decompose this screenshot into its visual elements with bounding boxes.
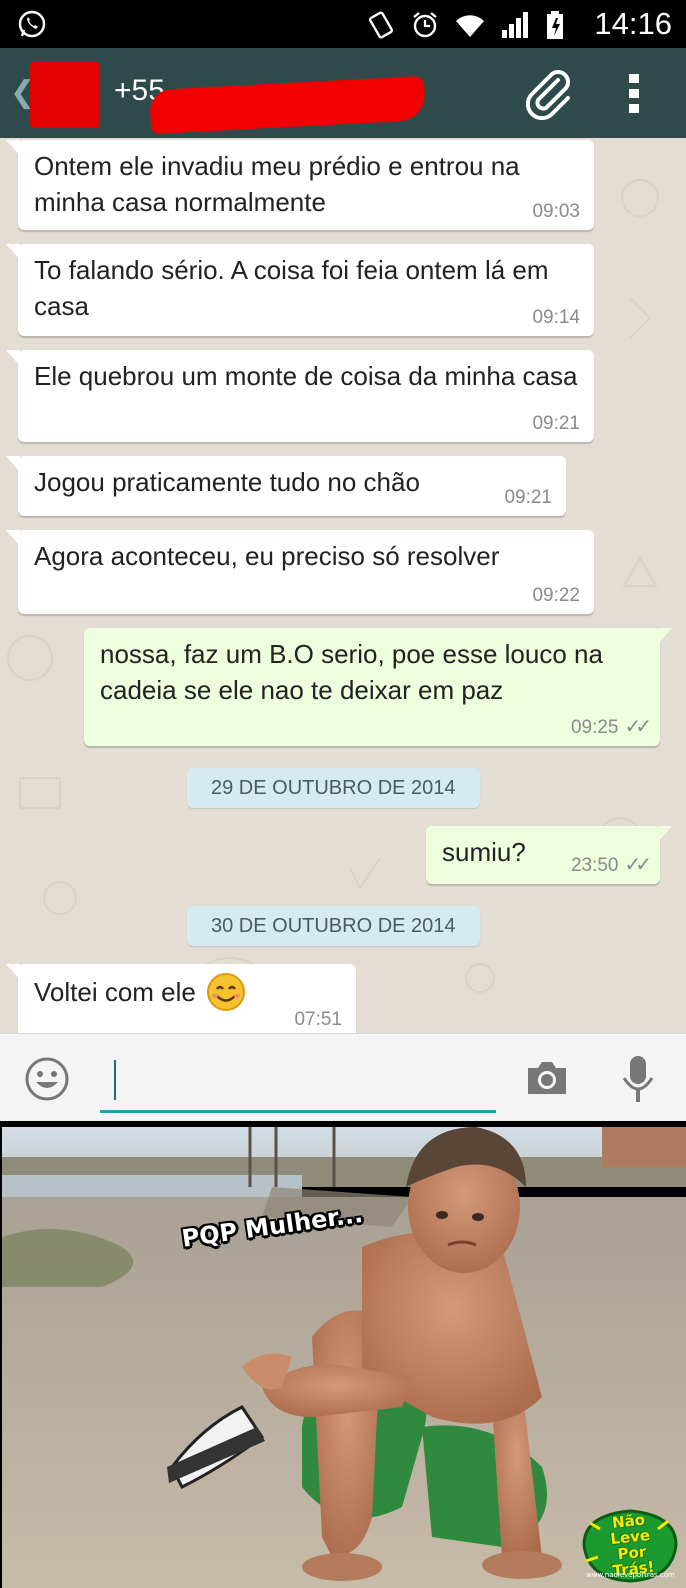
status-clock: 14:16 bbox=[594, 6, 672, 41]
message-time: 07:51 bbox=[294, 1009, 342, 1030]
conversation-app-bar: ❮ +55 bbox=[0, 48, 686, 138]
whatsapp-icon bbox=[18, 10, 46, 38]
status-bar: 14:16 bbox=[0, 0, 686, 48]
date-separator: 30 DE OUTUBRO DE 2014 bbox=[187, 906, 480, 946]
attach-icon[interactable] bbox=[520, 66, 580, 126]
message-time: 23:50 ✓✓ bbox=[570, 854, 652, 876]
message-bubble-incoming[interactable]: To falando sério. A coisa foi feia ontem… bbox=[6, 244, 594, 336]
message-text: nossa, faz um B.O serio, poe esse louco … bbox=[100, 639, 603, 705]
message-content: Voltei com ele bbox=[34, 972, 340, 1012]
text-cursor bbox=[114, 1060, 116, 1100]
watermark-text: Não Leve Por Trás! bbox=[609, 1510, 656, 1581]
message-text: To falando sério. A coisa foi feia ontem… bbox=[34, 255, 549, 321]
message-bubble-incoming[interactable]: Voltei com ele 07:51 bbox=[6, 964, 356, 1033]
message-bubble-outgoing[interactable]: sumiu? 23:50 ✓✓ bbox=[426, 826, 672, 884]
message-text: Jogou praticamente tudo no chão bbox=[34, 467, 420, 497]
message-bubble-incoming[interactable]: Ele quebrou um monte de coisa da minha c… bbox=[6, 350, 594, 442]
message-bubble-incoming[interactable]: Agora aconteceu, eu preciso só resolver … bbox=[6, 530, 594, 614]
smiling-face-emoji-icon bbox=[206, 973, 245, 1011]
message-bubble-incoming[interactable]: Jogou praticamente tudo no chão 09:21 bbox=[6, 456, 566, 516]
message-time: 09:21 bbox=[532, 413, 580, 434]
message-text: Voltei com ele bbox=[34, 977, 196, 1007]
emoji-icon[interactable] bbox=[24, 1056, 70, 1102]
message-time-value: 23:50 bbox=[570, 855, 619, 876]
redaction-mark bbox=[149, 75, 426, 135]
message-time: 09:03 bbox=[532, 201, 580, 222]
mic-icon[interactable] bbox=[620, 1054, 656, 1106]
message-bubble-incoming[interactable]: Ontem ele invadiu meu prédio e entrou na… bbox=[6, 140, 594, 230]
message-time: 09:22 bbox=[532, 585, 580, 606]
message-bubble-outgoing[interactable]: nossa, faz um B.O serio, poe esse louco … bbox=[84, 628, 672, 746]
vibrate-icon bbox=[368, 11, 394, 39]
image-divider bbox=[0, 1121, 686, 1125]
watermark-url: www.naoleveportras.com bbox=[586, 1571, 675, 1579]
date-separator: 29 DE OUTUBRO DE 2014 bbox=[187, 768, 480, 808]
message-text: Ele quebrou um monte de coisa da minha c… bbox=[34, 361, 578, 391]
message-input[interactable] bbox=[100, 1050, 496, 1113]
message-time: 09:25 ✓✓ bbox=[570, 716, 652, 738]
message-time: 09:21 bbox=[504, 487, 552, 508]
message-text: Agora aconteceu, eu preciso só resolver bbox=[34, 541, 500, 571]
message-text: Ontem ele invadiu meu prédio e entrou na… bbox=[34, 151, 520, 217]
read-receipt-icon: ✓✓ bbox=[624, 854, 651, 876]
overflow-menu-icon[interactable] bbox=[628, 72, 640, 116]
message-time-value: 09:25 bbox=[570, 717, 619, 738]
alarm-icon bbox=[413, 12, 437, 38]
read-receipt-icon: ✓✓ bbox=[624, 716, 651, 738]
message-list[interactable]: Ontem ele invadiu meu prédio e entrou na… bbox=[0, 138, 686, 1033]
message-time: 09:14 bbox=[532, 307, 580, 328]
wifi-icon bbox=[456, 15, 484, 37]
message-composer bbox=[0, 1033, 686, 1122]
camera-icon[interactable] bbox=[524, 1058, 570, 1098]
contact-avatar[interactable] bbox=[30, 62, 100, 128]
battery-icon bbox=[547, 11, 563, 39]
signal-icon bbox=[502, 12, 528, 38]
